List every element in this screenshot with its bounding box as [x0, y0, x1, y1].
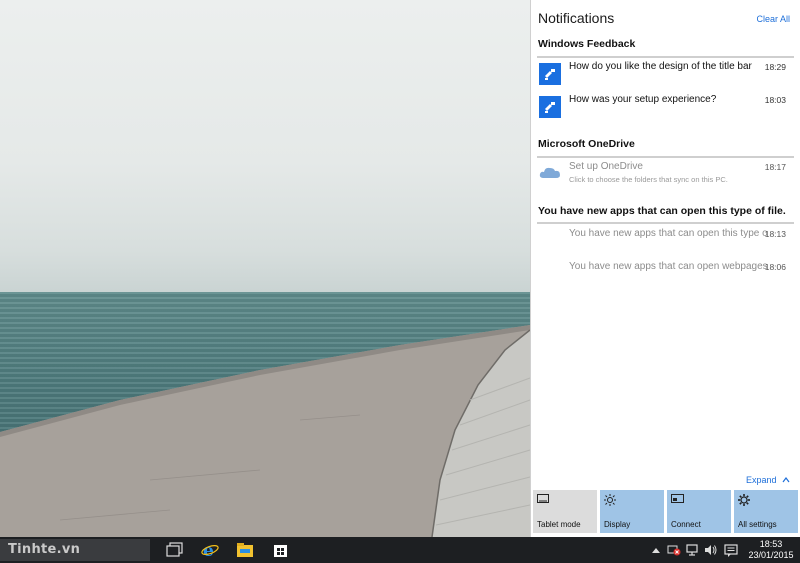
- feedback-icon: [539, 96, 561, 118]
- notification-item[interactable]: How do you like the design of the title …: [537, 58, 794, 90]
- power-status-button[interactable]: [667, 537, 683, 563]
- tablet-mode-icon: [537, 494, 549, 503]
- network-button[interactable]: [686, 537, 702, 563]
- svg-text:e: e: [203, 542, 214, 558]
- quick-action-label: Tablet mode: [537, 520, 581, 529]
- internet-explorer-icon: e: [201, 542, 219, 558]
- search-text: Tinhte.vn: [8, 542, 81, 557]
- group-header-windows-feedback: Windows Feedback: [538, 38, 636, 50]
- feedback-icon: [539, 63, 561, 85]
- chevron-up-icon: [652, 548, 660, 553]
- notification-text: Set up OneDrive: [569, 161, 643, 172]
- clock-button[interactable]: 18:53 23/01/2015: [745, 539, 797, 561]
- notification-time: 18:17: [764, 162, 786, 172]
- notification-item[interactable]: You have new apps that can open this typ…: [537, 225, 794, 257]
- action-center-icon: [724, 544, 738, 557]
- store-button[interactable]: [262, 537, 300, 563]
- expand-label: Expand: [745, 475, 777, 485]
- quick-action-connect[interactable]: Connect: [667, 490, 731, 533]
- volume-icon: [705, 545, 717, 555]
- quick-action-label: Connect: [671, 520, 701, 529]
- file-explorer-icon: [237, 543, 253, 557]
- notification-subtext: Click to choose the folders that sync on…: [569, 175, 728, 184]
- group-header-new-apps: You have new apps that can open this typ…: [538, 205, 786, 217]
- notification-time: 18:29: [764, 62, 786, 72]
- gear-icon: [738, 494, 750, 506]
- notification-time: 18:06: [764, 262, 786, 272]
- clear-all-link[interactable]: Clear All: [756, 14, 790, 24]
- notification-item[interactable]: You have new apps that can open webpages…: [537, 258, 794, 290]
- quick-action-display[interactable]: Display: [600, 490, 664, 533]
- search-box[interactable]: Tinhte.vn: [0, 539, 150, 561]
- volume-button[interactable]: [704, 537, 720, 563]
- notification-text: You have new apps that can open this typ…: [569, 228, 767, 239]
- file-explorer-button[interactable]: [226, 537, 264, 563]
- brightness-icon: [604, 494, 616, 506]
- show-hidden-icons-button[interactable]: [650, 537, 662, 563]
- taskbar: Tinhte.vn e 18:53 23/01/2015: [0, 537, 800, 563]
- quick-action-label: Display: [604, 520, 631, 529]
- store-icon: [274, 545, 287, 557]
- task-view-icon: [166, 542, 183, 557]
- clock-date: 23/01/2015: [748, 550, 794, 560]
- internet-explorer-button[interactable]: e: [191, 537, 229, 563]
- notification-item[interactable]: Set up OneDrive Click to choose the fold…: [537, 158, 794, 190]
- notifications-title: Notifications: [538, 10, 615, 26]
- notification-text: How do you like the design of the title …: [569, 61, 752, 72]
- group-divider: [537, 222, 794, 224]
- power-icon: [667, 545, 681, 556]
- onedrive-cloud-icon: [539, 167, 560, 178]
- action-center-button[interactable]: [722, 537, 740, 563]
- notification-item[interactable]: How was your setup experience? 18:03: [537, 91, 794, 123]
- quick-action-all-settings[interactable]: All settings: [734, 490, 798, 533]
- connect-icon: [671, 494, 684, 503]
- notification-time: 18:13: [764, 229, 786, 239]
- notification-time: 18:03: [764, 95, 786, 105]
- quick-action-label: All settings: [738, 520, 777, 529]
- group-header-onedrive: Microsoft OneDrive: [538, 138, 635, 150]
- network-icon: [686, 544, 698, 556]
- task-view-button[interactable]: [156, 537, 194, 563]
- notification-text: You have new apps that can open webpages…: [569, 261, 767, 272]
- notification-text: How was your setup experience?: [569, 94, 717, 105]
- chevron-up-icon: [782, 477, 790, 483]
- clock-time: 18:53: [759, 539, 783, 549]
- quick-action-tablet-mode[interactable]: Tablet mode: [533, 490, 597, 533]
- action-center-panel: Notifications Clear All Windows Feedback…: [530, 0, 800, 537]
- expand-link[interactable]: Expand: [746, 475, 790, 485]
